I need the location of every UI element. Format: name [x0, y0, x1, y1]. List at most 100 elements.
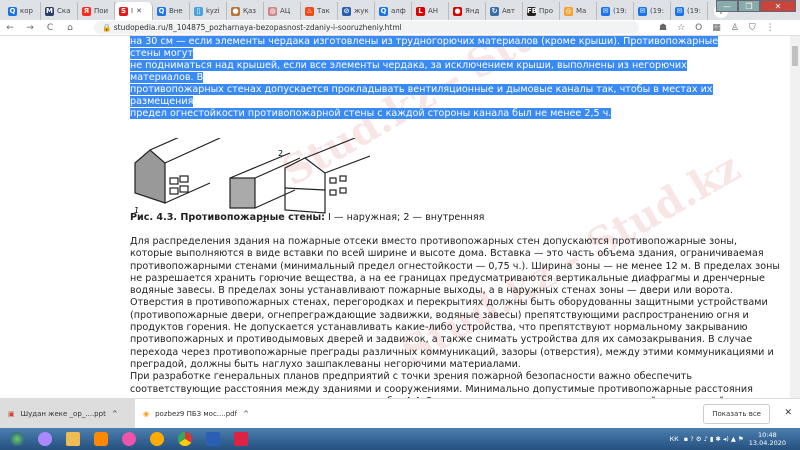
- tab-strip: Qкор M Ска Я Пои S I ✕ Q Вне ▯ kyzi ● Қаз ◍ АЦ ♨ Так ⊘ жук Q…: [0, 0, 800, 20]
- url-input[interactable]: 🔒 studopedia.ru/8_104875_pozharnaya-bezo…: [94, 21, 639, 34]
- taskbar: КК ▪ ? ⚙ ♪ ▮ ✱ ◂) ▲ ⚑ 10:48 13.04.2020: [0, 428, 800, 450]
- browser-tab[interactable]: Я Пои: [78, 2, 115, 20]
- browser-tab[interactable]: ♨ Так: [301, 2, 338, 20]
- browser-tab[interactable]: ● Қаз: [227, 2, 264, 20]
- language-indicator[interactable]: КК: [670, 435, 679, 443]
- tab-title: kyzi: [206, 7, 220, 15]
- tab-favicon-icon: FB: [527, 6, 538, 16]
- lock-icon: 🔒: [102, 23, 114, 32]
- figure-caption: Рис. 4.3. Противопожарные стены: I — нар…: [130, 212, 484, 223]
- browser-tab[interactable]: ↻ Авт: [486, 2, 523, 20]
- tab-favicon-icon: Я: [82, 6, 91, 16]
- download-filename: pozbez9 ПБЗ мос....pdf: [155, 409, 238, 418]
- ppt-icon: ▣: [8, 409, 15, 418]
- media-player-icon[interactable]: [90, 429, 112, 449]
- tab-favicon-icon: ✉: [638, 6, 647, 16]
- maximize-button[interactable]: ❐: [738, 0, 760, 12]
- tray-icons[interactable]: ▪ ? ⚙ ♪ ▮ ✱ ◂) ▲ ⚑: [684, 435, 744, 443]
- browser-tab[interactable]: ✉ (19:: [671, 2, 708, 20]
- app-icon[interactable]: [118, 429, 140, 449]
- browser-tab[interactable]: ✉ (19:: [597, 2, 634, 20]
- browser-tab[interactable]: ✉ (19:: [634, 2, 671, 20]
- close-tab-icon[interactable]: ✕: [136, 7, 142, 15]
- download-item[interactable]: ◉ pozbez9 ПБЗ мос....pdf ^: [135, 410, 270, 418]
- selected-line: на 30 см — если элементы чердака изготов…: [130, 36, 719, 59]
- toolbar-extension-icon[interactable]: ♙: [731, 23, 739, 33]
- extension-icons: ☗ ☆ O ▦ ♙ ⛉ ⋮: [659, 23, 775, 33]
- tab-favicon-icon: Q: [8, 6, 17, 16]
- tab-favicon-icon: L: [416, 6, 425, 16]
- tab-favicon-icon: M: [45, 6, 54, 16]
- tab-favicon-icon: S: [119, 6, 128, 16]
- back-button[interactable]: ←: [0, 23, 20, 33]
- caption-text: I — наружная; 2 — внутренняя: [325, 212, 485, 223]
- home-button[interactable]: ⌂: [60, 23, 80, 33]
- browser-tab[interactable]: ⊘ жук: [338, 2, 375, 20]
- tab-title: (19:: [650, 7, 664, 15]
- tab-title: Авт: [502, 7, 515, 15]
- toolbar-extension-icon[interactable]: ▦: [712, 23, 721, 33]
- downloads-bar: ▣ Шудан жеке _ор_....ppt ^ ◉ pozbez9 ПБЗ мо…: [0, 398, 800, 429]
- paragraph: Отверстия в противопожарных стенах, пере…: [130, 297, 774, 370]
- url-text: studopedia.ru/8_104875_pozharnaya-bezopa…: [113, 23, 402, 32]
- clock[interactable]: 10:48 13.04.2020: [749, 431, 786, 447]
- selected-line: не подниматься над крышей, если все элем…: [130, 60, 687, 83]
- explorer-icon[interactable]: [62, 429, 84, 449]
- tab-favicon-icon: ◎: [564, 6, 573, 16]
- browser-tab[interactable]: S I ✕: [115, 2, 153, 20]
- forward-button[interactable]: →: [20, 23, 40, 33]
- browser-tab[interactable]: ◍ АЦ: [264, 2, 301, 20]
- scrollbar[interactable]: [790, 36, 800, 398]
- tab-title: (19:: [613, 7, 627, 15]
- browser-tab[interactable]: Qалф: [375, 2, 412, 20]
- tab-title: Про: [539, 7, 553, 15]
- tab-title: кор: [20, 7, 33, 15]
- selected-line: противопожарных стенах допускается прокл…: [130, 84, 713, 107]
- selected-text[interactable]: на 30 см — если элементы чердака изготов…: [130, 36, 750, 120]
- browser-icon[interactable]: [146, 429, 168, 449]
- scrollbar-thumb[interactable]: [792, 46, 798, 66]
- close-downloads-bar-button[interactable]: ✕: [784, 408, 792, 418]
- tab-favicon-icon: ✉: [601, 6, 610, 16]
- tab-favicon-icon: Q: [157, 6, 166, 16]
- toolbar-extension-icon[interactable]: ☗: [659, 23, 667, 33]
- browser-tab[interactable]: M Ска: [41, 2, 78, 20]
- download-filename: Шудан жеке _ор_....ppt: [20, 409, 106, 418]
- tab-favicon-icon: ●: [453, 6, 462, 16]
- tab-title: АЦ: [280, 7, 291, 15]
- browser-tab[interactable]: ▯ kyzi: [190, 2, 227, 20]
- tab-title: (19:: [687, 7, 701, 15]
- reload-button[interactable]: C: [40, 23, 60, 33]
- download-item[interactable]: ▣ Шудан жеке _ор_....ppt ^: [0, 398, 135, 429]
- browser-tab[interactable]: ◎ Ма: [560, 2, 597, 20]
- window-controls: — ❐ ✕: [716, 0, 796, 12]
- powerpoint-icon[interactable]: [230, 429, 252, 449]
- toolbar-extension-icon[interactable]: ⋮: [766, 23, 775, 33]
- chevron-up-icon[interactable]: ^: [112, 410, 118, 418]
- browser-tab[interactable]: Qкор: [4, 2, 41, 20]
- system-tray: КК ▪ ? ⚙ ♪ ▮ ✱ ◂) ▲ ⚑ 10:48 13.04.2020: [670, 431, 800, 447]
- tab-favicon-icon: ●: [231, 6, 240, 16]
- toolbar-extension-icon[interactable]: ☆: [677, 23, 685, 33]
- tab-favicon-icon: ♨: [305, 6, 314, 16]
- start-button[interactable]: [6, 429, 28, 449]
- show-all-downloads-button[interactable]: Показать все: [703, 403, 770, 424]
- browser-tab[interactable]: L АН: [412, 2, 449, 20]
- word-icon[interactable]: [202, 429, 224, 449]
- tab-title: АН: [428, 7, 439, 15]
- chrome-icon[interactable]: [174, 429, 196, 449]
- close-window-button[interactable]: ✕: [760, 0, 796, 12]
- pdf-icon: ◉: [143, 409, 150, 418]
- browser-tab[interactable]: FB Про: [523, 2, 560, 20]
- toolbar-extension-icon[interactable]: ⛉: [749, 23, 756, 33]
- tab-favicon-icon: ▯: [194, 6, 203, 16]
- tab-title: Ска: [57, 7, 71, 15]
- toolbar-extension-icon[interactable]: O: [695, 23, 702, 33]
- tab-title: жук: [354, 7, 369, 15]
- chevron-up-icon[interactable]: ^: [243, 410, 249, 418]
- browser-tab[interactable]: ● Янд: [449, 2, 486, 20]
- tab-favicon-icon: ◍: [268, 6, 277, 16]
- browser-tab[interactable]: Q Вне: [153, 2, 190, 20]
- alice-icon[interactable]: [34, 429, 56, 449]
- minimize-button[interactable]: —: [716, 0, 738, 12]
